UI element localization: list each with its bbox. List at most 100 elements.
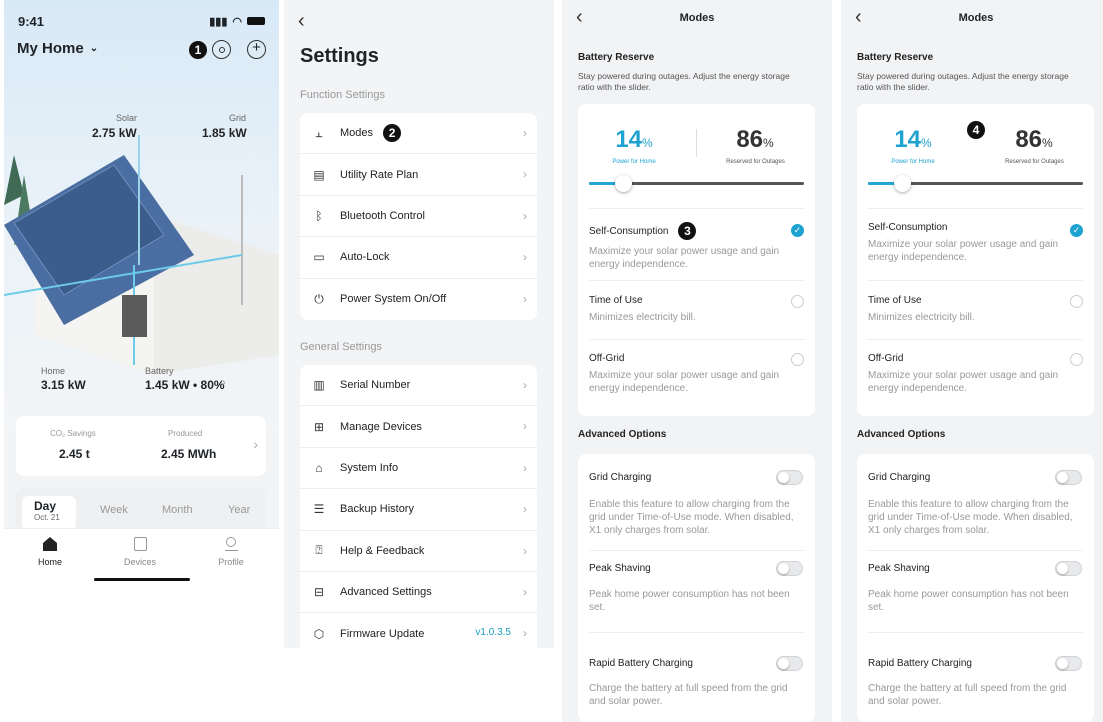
settings-item-utility-rate-plan[interactable]: ▤ Utility Rate Plan › [300,154,537,196]
settings-item-backup-history[interactable]: ☰ Backup History › [300,489,537,531]
page-title: Settings [300,45,379,67]
period-week[interactable]: Week [100,504,128,516]
radio-icon[interactable] [1070,295,1083,308]
tab-home[interactable]: Home [20,537,80,567]
back-icon[interactable]: ‹ [298,10,305,33]
tab-profile[interactable]: Profile [201,537,261,567]
settings-item-power-system[interactable]: ⏻ Power System On/Off › [300,279,537,320]
settings-item-label: Backup History [340,503,414,516]
barcode-icon: ▥ [313,378,325,393]
divider [868,550,1083,551]
peak-shaving-toggle[interactable] [1055,561,1082,576]
modes-icon: ⫠ [315,125,323,140]
period-month[interactable]: Month [162,504,193,516]
mode-option-title: Self-Consumption [868,222,948,233]
settings-icon[interactable] [212,40,231,59]
settings-item-bluetooth[interactable]: ᛒ Bluetooth Control › [300,196,537,238]
home-percentage-label: Power for Home [612,159,656,165]
battery-reserve-desc: Stay powered during outages. Adjust the … [857,71,1069,92]
produced-value: 2.45 MWh [161,447,217,461]
chevron-right-icon: › [523,167,527,182]
list-icon: ☰ [313,502,325,517]
profile-icon [224,537,238,551]
settings-item-modes[interactable]: ⫠ Modes 2 › [300,113,537,155]
radio-checked-icon[interactable]: ✓ [791,224,804,237]
nav-title: Modes [958,12,994,24]
settings-item-advanced-settings[interactable]: ⊟ Advanced Settings › [300,572,537,614]
stats-card[interactable]: CO₂ Savings 2.45 t Produced 2.45 MWh › [16,416,266,476]
mode-option-desc: Minimizes electricity bill. [589,312,696,323]
peak-shaving-toggle[interactable] [776,561,803,576]
settings-item-firmware-update[interactable]: ⬡ Firmware Update v1.0.3.5 › [300,613,537,648]
reserve-slider[interactable] [868,175,1083,192]
radio-icon[interactable] [1070,353,1083,366]
callout-3: 3 [678,222,697,240]
wifi-icon: ◠ [232,15,242,28]
settings-item-manage-devices[interactable]: ⊞ Manage Devices › [300,406,537,448]
callout-4: 4 [967,121,985,139]
rapid-charging-toggle[interactable] [776,656,803,671]
tab-profile-label: Profile [218,557,244,567]
mode-option-off-grid[interactable]: Off-Grid Maximize your solar power usage… [868,353,1083,395]
mode-option-desc: Maximize your solar power usage and gain… [868,239,1059,263]
mode-option-time-of-use[interactable]: Time of Use Minimizes electricity bill. [589,295,804,324]
grid-charging-toggle[interactable] [776,470,803,485]
rapid-charging-title: Rapid Battery Charging [589,658,693,669]
period-year[interactable]: Year [228,504,250,516]
divider [868,632,1083,633]
period-day[interactable]: Day Oct. 21 [22,496,76,530]
server-icon: ⊟ [313,585,325,600]
settings-item-label: System Info [340,461,399,474]
chevron-right-icon: › [523,460,527,475]
settings-item-auto-lock[interactable]: ▭ Auto-Lock › [300,237,537,279]
power-icon: ⏻ [314,291,324,306]
grid-charging-title: Grid Charging [589,472,652,483]
mode-option-self-consumption[interactable]: Self-Consumption Maximize your solar pow… [868,222,1083,264]
grid-label: Grid [229,113,247,123]
mode-option-desc: Maximize your solar power usage and gain… [589,370,780,394]
reserve-slider-thumb[interactable] [894,175,912,192]
home-title: My Home [17,40,84,57]
battery-reserve-desc: Stay powered during outages. Adjust the … [578,71,790,92]
chevron-right-icon: › [523,291,527,306]
grid-charging-toggle[interactable] [1055,470,1082,485]
rapid-charging-toggle[interactable] [1055,656,1082,671]
function-settings-label: Function Settings [300,89,385,101]
advanced-options-card: Grid Charging Enable this feature to all… [578,454,815,722]
mode-option-off-grid[interactable]: Off-Grid Maximize your solar power usage… [589,353,804,395]
chevron-right-icon: › [523,543,527,558]
radio-checked-icon[interactable]: ✓ [1070,224,1083,237]
reserve-slider[interactable] [589,175,804,192]
mode-option-title: Off-Grid [589,353,625,364]
house-illustration [4,135,279,375]
mode-option-self-consumption[interactable]: Self-Consumption 3 Maximize your solar po… [589,222,804,271]
divider [868,280,1083,281]
co2-label: CO₂ Savings [50,429,96,438]
calendar-icon: ▤ [313,167,325,182]
mode-option-desc: Maximize your solar power usage and gain… [589,246,780,270]
radio-icon[interactable] [791,353,804,366]
settings-item-system-info[interactable]: ⌂ System Info › [300,448,537,490]
outage-percentage-label: Reserved for Outages [1005,159,1064,165]
settings-item-help-feedback[interactable]: ⍰ Help & Feedback › [300,531,537,572]
chevron-right-icon: › [523,208,527,223]
add-icon[interactable]: + [247,40,266,59]
solar-label: Solar [116,113,138,123]
divider [589,280,804,281]
settings-item-serial-number[interactable]: ▥ Serial Number › [300,365,537,407]
reserve-slider-thumb[interactable] [615,175,633,192]
battery-reserve-card: 14% 86% Power for Home Reserved for Outa… [578,104,815,416]
radio-icon[interactable] [791,295,804,308]
signal-icon: ▮▮▮ [209,15,228,28]
divider [868,208,1083,209]
home-selector[interactable]: My Home ⌄ [17,40,98,57]
tab-devices[interactable]: Devices [110,537,170,567]
nav-title: Modes [679,12,715,24]
mode-option-time-of-use[interactable]: Time of Use Minimizes electricity bill. [868,295,1083,324]
chevron-right-icon: › [523,419,527,434]
home-screen: 9:41 ▮▮▮ ◠ My Home ⌄ 1 + Solar 2.75 kW G… [4,0,279,592]
advanced-options-title: Advanced Options [857,429,946,440]
settings-item-label: Bluetooth Control [340,209,425,222]
battery-value[interactable]: 1.45 kW • 80% [145,378,225,392]
house-icon: ⌂ [315,460,323,475]
